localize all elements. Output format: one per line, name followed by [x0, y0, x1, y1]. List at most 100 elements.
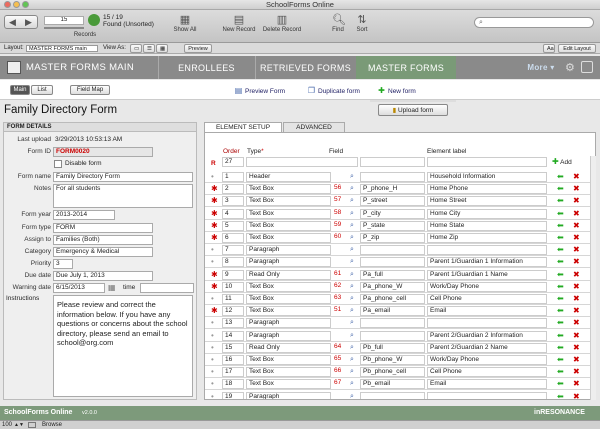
delete-row-icon[interactable]: ✖ [573, 354, 580, 365]
select-arrow-icon[interactable]: ⬅ [557, 366, 564, 377]
new-record-button[interactable]: ▤ New Record [220, 13, 258, 34]
type-cell[interactable]: Text Box [246, 367, 331, 378]
element-label-cell[interactable]: Home State [427, 220, 547, 231]
record-navigator[interactable]: ◀ ▶ [4, 15, 38, 29]
list-view-button[interactable]: List [31, 85, 53, 95]
priority-field[interactable]: 3 [53, 259, 73, 269]
type-cell[interactable]: Text Box [246, 355, 331, 365]
select-arrow-icon[interactable]: ⬅ [557, 378, 564, 389]
required-marker-icon[interactable]: • [211, 256, 214, 267]
order-cell[interactable]: 4 [222, 208, 244, 219]
select-arrow-icon[interactable]: ⬅ [557, 269, 564, 280]
select-arrow-icon[interactable]: ⬅ [557, 256, 564, 267]
field-cell[interactable]: Pa_phone_cell [360, 294, 425, 304]
field-cell[interactable]: P_street [360, 196, 425, 207]
order-cell[interactable]: 9 [222, 269, 244, 280]
find-button[interactable]: 🔍︎ Find [328, 13, 348, 34]
status-toggle-icon[interactable] [28, 422, 36, 428]
type-cell[interactable]: Read Only [246, 269, 331, 280]
order-cell[interactable]: 10 [222, 281, 244, 292]
element-label-cell[interactable]: Parent 2/Guardian 2 Information [427, 330, 547, 341]
field-lookup-icon[interactable]: ⌕ [350, 220, 354, 231]
table-row[interactable]: • 19 Paragraph ⌕ ⬅ ✖ [205, 391, 595, 399]
field-lookup-icon[interactable]: ⌕ [350, 330, 354, 341]
show-all-button[interactable]: ▦ Show All [170, 13, 200, 34]
view-form-button[interactable]: ▭ [130, 44, 142, 53]
tab-master-forms[interactable]: MASTER FORMS [356, 56, 456, 79]
prev-record-icon[interactable]: ◀ [9, 17, 16, 28]
duplicate-form-link[interactable]: ❐ Duplicate form [307, 86, 360, 96]
field-lookup-icon[interactable]: ⌕ [350, 183, 354, 194]
field-lookup-icon[interactable]: ⌕ [350, 171, 354, 182]
required-marker-icon[interactable]: • [211, 354, 214, 365]
order-cell[interactable]: 3 [222, 196, 244, 207]
type-cell[interactable]: Text Box [246, 306, 331, 317]
record-number-input[interactable]: 15 [44, 16, 84, 25]
field-lookup-icon[interactable]: ⌕ [350, 269, 354, 280]
type-cell[interactable]: Text Box [246, 294, 331, 304]
element-label-cell[interactable] [427, 318, 547, 329]
category-field[interactable]: Emergency & Medical [53, 247, 153, 257]
element-label-cell[interactable]: Household Information [427, 172, 547, 182]
tab-element-setup[interactable]: ELEMENT SETUP [204, 122, 282, 132]
element-label-cell[interactable] [427, 245, 547, 256]
field-cell[interactable]: P_phone_H [360, 184, 425, 195]
field-cell[interactable] [360, 391, 425, 399]
type-cell[interactable]: Header [246, 172, 331, 182]
type-cell[interactable]: Text Box [246, 208, 331, 219]
next-record-icon[interactable]: ▶ [25, 17, 32, 28]
upload-form-button[interactable]: ▮ Upload form [378, 104, 448, 116]
more-menu[interactable]: More ▾ [526, 56, 556, 79]
field-lookup-icon[interactable]: ⌕ [350, 354, 354, 365]
required-marker-icon[interactable]: • [211, 391, 214, 399]
type-cell[interactable]: Paragraph [246, 245, 331, 256]
required-marker-icon[interactable]: • [211, 244, 214, 255]
table-row[interactable]: • 13 Paragraph ⌕ ⬅ ✖ [205, 317, 595, 330]
element-label-cell[interactable]: Home Street [427, 196, 547, 207]
field-map-button[interactable]: Field Map [70, 85, 110, 95]
required-marker-icon[interactable]: ✱ [211, 269, 218, 280]
required-marker-icon[interactable]: ✱ [211, 305, 218, 316]
element-label-cell[interactable]: Work/Day Phone [427, 281, 547, 292]
field-lookup-icon[interactable]: ⌕ [350, 293, 354, 304]
type-cell[interactable]: Paragraph [246, 391, 331, 399]
order-cell[interactable]: 16 [222, 355, 244, 365]
required-marker-icon[interactable]: • [211, 366, 214, 377]
table-row[interactable]: • 7 Paragraph ⌕ ⬅ ✖ [205, 244, 595, 257]
table-row[interactable]: • 15 Read Only 64 ⌕ Pb_full Parent 2/Guardian … [205, 342, 595, 354]
assign-to-field[interactable]: Families (Both) [53, 235, 153, 245]
table-row[interactable]: • 16 Text Box 65 ⌕ Pb_phone_W Work/Day Phone ⬅ ✖ [205, 354, 595, 366]
close-window-button[interactable] [4, 1, 11, 8]
form-type-field[interactable]: FORM [53, 223, 153, 233]
minimize-window-button[interactable] [13, 1, 20, 8]
delete-row-icon[interactable]: ✖ [573, 232, 580, 243]
field-lookup-icon[interactable]: ⌕ [350, 366, 354, 377]
zoom-icon[interactable]: ▲▼ [14, 421, 24, 429]
instructions-field[interactable]: Please review and correct the informatio… [53, 295, 193, 397]
tab-retrieved-forms[interactable]: RETRIEVED FORMS [255, 56, 355, 79]
type-cell[interactable]: Text Box [246, 281, 331, 292]
preview-button[interactable]: Preview [184, 44, 212, 53]
record-slider[interactable] [44, 27, 84, 29]
layout-select[interactable]: MASTER FORMS main [26, 45, 98, 52]
table-row[interactable]: ✱ 5 Text Box 59 ⌕ P_state Home State ⬅ ✖ [205, 220, 595, 232]
field-cell[interactable]: Pb_email [360, 379, 425, 390]
element-label-cell[interactable]: Email [427, 379, 547, 390]
select-arrow-icon[interactable]: ⬅ [557, 293, 564, 304]
field-lookup-icon[interactable]: ⌕ [350, 317, 354, 328]
select-arrow-icon[interactable]: ⬅ [557, 281, 564, 292]
field-cell[interactable]: Pb_full [360, 342, 425, 353]
table-row[interactable]: ✱ 6 Text Box 60 ⌕ P_zip Home Zip ⬅ ✖ [205, 232, 595, 244]
field-cell[interactable]: Pa_email [360, 306, 425, 317]
table-row[interactable]: ✱ 4 Text Box 58 ⌕ P_city Home City ⬅ ✖ [205, 208, 595, 220]
element-label-cell[interactable]: Home Phone [427, 184, 547, 195]
field-cell[interactable]: P_zip [360, 233, 425, 243]
element-label-cell[interactable]: Cell Phone [427, 367, 547, 378]
delete-row-icon[interactable]: ✖ [573, 269, 580, 280]
field-cell[interactable] [360, 257, 425, 268]
table-row[interactable]: • 17 Text Box 66 ⌕ Pb_phone_cell Cell Phone ⬅ ✖ [205, 366, 595, 379]
field-cell[interactable]: Pa_phone_W [360, 281, 425, 292]
select-arrow-icon[interactable]: ⬅ [557, 305, 564, 316]
table-row[interactable]: ✱ 9 Read Only 61 ⌕ Pa_full Parent 1/Guardian 1… [205, 269, 595, 281]
order-cell[interactable]: 5 [222, 220, 244, 231]
